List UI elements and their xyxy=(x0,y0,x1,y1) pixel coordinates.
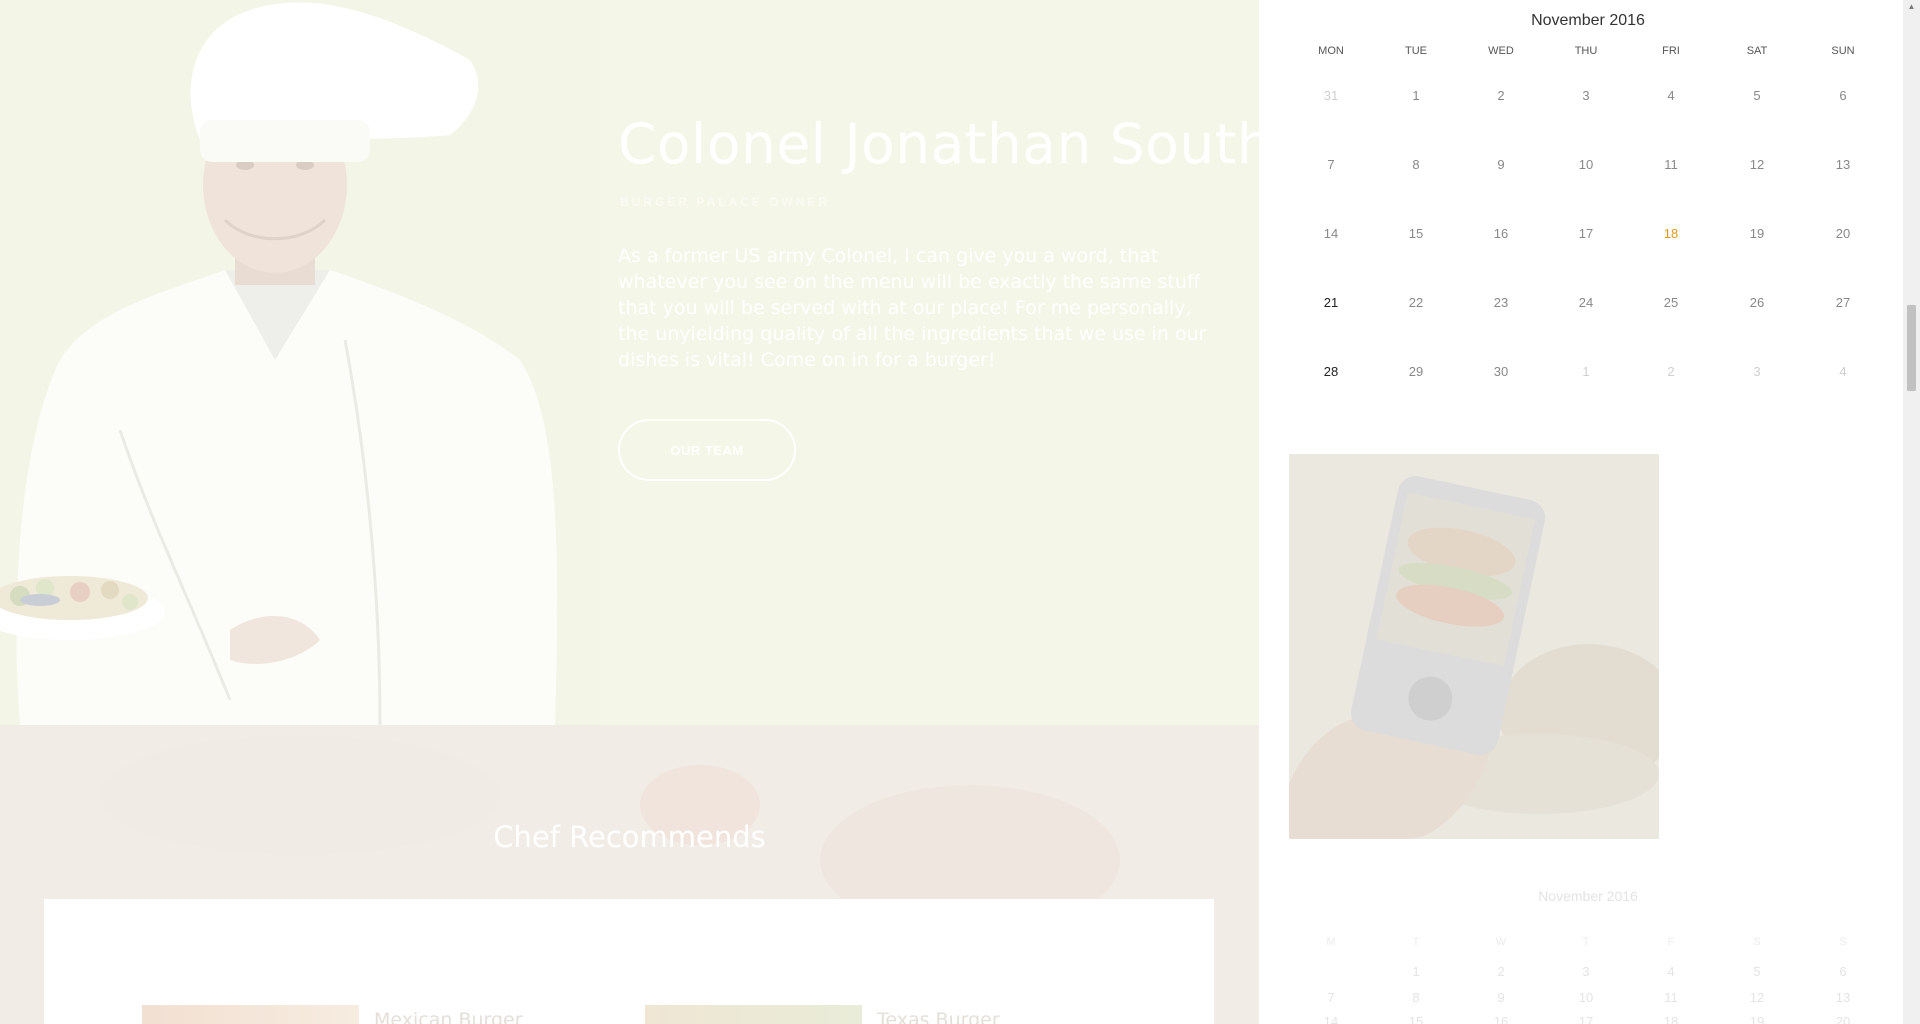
calendar-day[interactable]: 24 xyxy=(1546,295,1626,310)
dish-thumbnail xyxy=(142,1005,359,1024)
calendar-day[interactable]: 17 xyxy=(1546,226,1626,241)
section-title: Chef Recommends xyxy=(493,820,766,854)
owner-name: Colonel Jonathan South xyxy=(618,112,1259,176)
calendar-day[interactable]: 20 xyxy=(1803,226,1883,241)
calendar-day[interactable]: 4 xyxy=(1631,88,1711,103)
calendar-day[interactable]: 14 xyxy=(1291,226,1371,241)
calendar-day[interactable]: 26 xyxy=(1717,295,1797,310)
calendar-day[interactable]: 16 xyxy=(1461,1014,1541,1024)
calendar-day[interactable]: 12 xyxy=(1717,157,1797,172)
weekday-label: SUN xyxy=(1831,45,1855,57)
calendar-caption: November 2016 xyxy=(1531,12,1645,29)
calendar-day[interactable]: 13 xyxy=(1803,157,1883,172)
calendar-day[interactable]: 5 xyxy=(1717,88,1797,103)
calendar-day[interactable]: 17 xyxy=(1546,1014,1626,1024)
calendar-day[interactable]: 29 xyxy=(1376,364,1456,379)
calendar-day[interactable]: 4 xyxy=(1631,964,1711,979)
weekday-label: T xyxy=(1412,936,1420,948)
owner-role: BURGER PALACE OWNER xyxy=(620,195,831,209)
triangle-up-icon[interactable]: ▲ xyxy=(1903,0,1920,14)
promo-image[interactable] xyxy=(1289,454,1659,839)
chef-photo xyxy=(0,0,600,725)
calendar-day-today[interactable]: 18 xyxy=(1631,226,1711,241)
calendar-day[interactable]: 1 xyxy=(1376,88,1456,103)
calendar-day[interactable]: 21 xyxy=(1291,295,1371,310)
calendar-day[interactable]: 20 xyxy=(1803,1014,1883,1024)
calendar-day[interactable]: 25 xyxy=(1631,295,1711,310)
calendar-day[interactable]: 7 xyxy=(1291,157,1371,172)
calendar-day[interactable]: 2 xyxy=(1461,964,1541,979)
calendar-day[interactable]: 22 xyxy=(1376,295,1456,310)
calendar-day[interactable]: 18 xyxy=(1631,1014,1711,1024)
calendar-day[interactable]: 6 xyxy=(1803,964,1883,979)
calendar-day[interactable]: 30 xyxy=(1461,364,1541,379)
calendar-day[interactable]: 2 xyxy=(1631,364,1711,379)
calendar-day[interactable]: 11 xyxy=(1631,990,1711,1005)
our-team-button[interactable]: OUR TEAM xyxy=(618,419,796,481)
calendar-day[interactable]: 12 xyxy=(1717,990,1797,1005)
weekday-label: THU xyxy=(1574,45,1598,57)
calendar-day[interactable]: 15 xyxy=(1376,1014,1456,1024)
owner-quote: As a former US army Colonel, I can give … xyxy=(618,245,1207,371)
weekday-label: WED xyxy=(1488,45,1514,57)
page-scrollbar[interactable]: ▲ xyxy=(1903,0,1920,1024)
calendar-day[interactable]: 1 xyxy=(1546,364,1626,379)
weekday-label: MON xyxy=(1318,45,1344,57)
hero-section: Colonel Jonathan South BURGER PALACE OWN… xyxy=(0,0,1259,725)
sidebar: November 2016 MON TUE WED THU FRI SAT SU… xyxy=(1259,0,1903,1024)
menu-card: Mexican Burger Texas Burger xyxy=(44,899,1214,1024)
chef-recommends-section: Chef Recommends Mexican Burger Texas Bur… xyxy=(0,725,1259,1024)
weekday-label: S xyxy=(1839,936,1847,948)
calendar-day[interactable]: 1 xyxy=(1376,964,1456,979)
calendar-day[interactable]: 4 xyxy=(1803,364,1883,379)
scrollbar-thumb[interactable] xyxy=(1907,305,1916,391)
calendar-day[interactable]: 23 xyxy=(1461,295,1541,310)
calendar-day[interactable]: 3 xyxy=(1717,364,1797,379)
calendar-day[interactable]: 7 xyxy=(1291,990,1371,1005)
calendar-day[interactable]: 6 xyxy=(1803,88,1883,103)
calendar-day[interactable]: 10 xyxy=(1546,990,1626,1005)
weekday-label: TUE xyxy=(1405,45,1427,57)
dish-thumbnail xyxy=(645,1005,862,1024)
calendar-day[interactable]: 19 xyxy=(1717,226,1797,241)
weekday-label: S xyxy=(1753,936,1761,948)
calendar-day[interactable]: 10 xyxy=(1546,157,1626,172)
mini-calendar-caption: November 2016 xyxy=(1538,888,1638,904)
dish-name[interactable]: Texas Burger xyxy=(877,1009,1000,1024)
calendar-day[interactable]: 9 xyxy=(1461,990,1541,1005)
dish-name[interactable]: Mexican Burger xyxy=(374,1009,523,1024)
calendar-day[interactable]: 27 xyxy=(1803,295,1883,310)
calendar-day[interactable]: 16 xyxy=(1461,226,1541,241)
calendar-day[interactable]: 2 xyxy=(1461,88,1541,103)
weekday-label: M xyxy=(1326,936,1336,948)
weekday-label: F xyxy=(1667,936,1675,948)
calendar-day[interactable]: 14 xyxy=(1291,1014,1371,1024)
calendar-day[interactable]: 31 xyxy=(1291,88,1371,103)
calendar-day[interactable]: 8 xyxy=(1376,990,1456,1005)
calendar-day[interactable]: 5 xyxy=(1717,964,1797,979)
calendar-day[interactable]: 3 xyxy=(1546,964,1626,979)
weekday-label: SAT xyxy=(1746,45,1768,57)
calendar-day[interactable]: 15 xyxy=(1376,226,1456,241)
calendar-day[interactable]: 9 xyxy=(1461,157,1541,172)
calendar-day[interactable]: 19 xyxy=(1717,1014,1797,1024)
weekday-label: T xyxy=(1582,936,1590,948)
calendar-day[interactable]: 13 xyxy=(1803,990,1883,1005)
calendar-day[interactable]: 8 xyxy=(1376,157,1456,172)
weekday-label: W xyxy=(1495,936,1507,948)
calendar-day[interactable]: 3 xyxy=(1546,88,1626,103)
calendar-day[interactable]: 28 xyxy=(1291,364,1371,379)
weekday-label: FRI xyxy=(1662,45,1680,57)
calendar-day[interactable]: 11 xyxy=(1631,157,1711,172)
